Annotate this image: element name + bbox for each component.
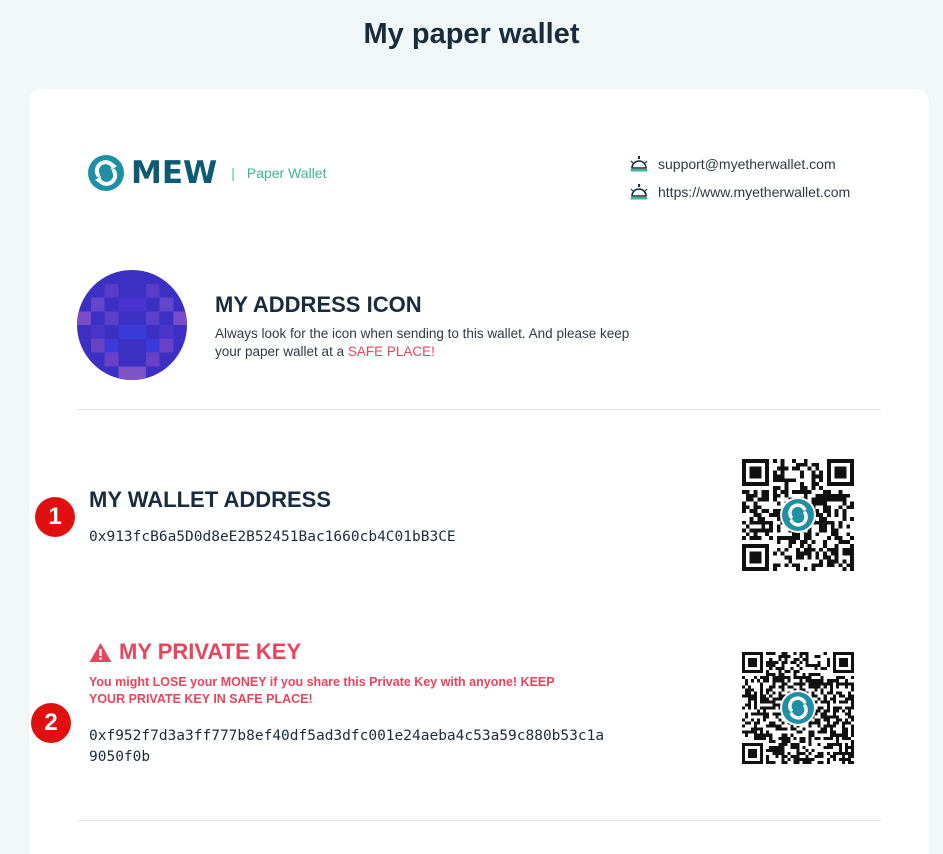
logo-wordmark: MEW [131,155,218,191]
website-row: https://www.myetherwallet.com [629,178,850,206]
wallet-address-value: 0x913fcB6a5D0d8eE2B52451Bac1660cb4C01bB3… [89,529,456,545]
divider [77,820,881,821]
safe-place-highlight: SAFE PLACE! [347,344,435,359]
mew-logo-icon [782,692,814,724]
qr-logo [780,690,816,726]
address-icon-description: Always look for the icon when sending to… [215,325,635,361]
logo-separator: | [231,165,235,181]
divider [77,409,881,410]
mew-logo: MEW | Paper Wallet [88,155,326,191]
wallet-address-title: MY WALLET ADDRESS [89,487,332,512]
qr-logo [780,497,816,533]
support-email-row: support@myetherwallet.com [629,150,850,178]
mew-logo-icon [88,155,124,191]
concierge-bell-icon [630,156,648,172]
warning-icon [89,642,112,662]
step-badge-1: 1 [35,497,75,537]
wallet-address-qr-code [742,459,854,571]
private-key-title-text: MY PRIVATE KEY [119,639,302,664]
concierge-bell-icon [630,184,648,200]
private-key-value: 0xf952f7d3a3ff777b8ef40df5ad3dfc001e24ae… [89,728,605,765]
address-icon-title: MY ADDRESS ICON [215,292,422,317]
support-email[interactable]: support@myetherwallet.com [658,156,836,172]
private-key-qr-code [742,652,854,764]
step-badge-2: 2 [31,703,71,743]
paper-wallet-card: MEW | Paper Wallet support@myetherwallet… [29,89,929,854]
page-title: My paper wallet [363,18,580,50]
contact-info: support@myetherwallet.com https://www.my… [629,150,850,206]
private-key-warning: You might LOSE your MONEY if you share t… [89,675,555,706]
website-link[interactable]: https://www.myetherwallet.com [658,184,850,200]
private-key-title: MY PRIVATE KEY [89,639,301,665]
logo-subtitle: Paper Wallet [246,165,327,181]
address-identicon [77,270,187,380]
mew-logo-icon [782,499,814,531]
